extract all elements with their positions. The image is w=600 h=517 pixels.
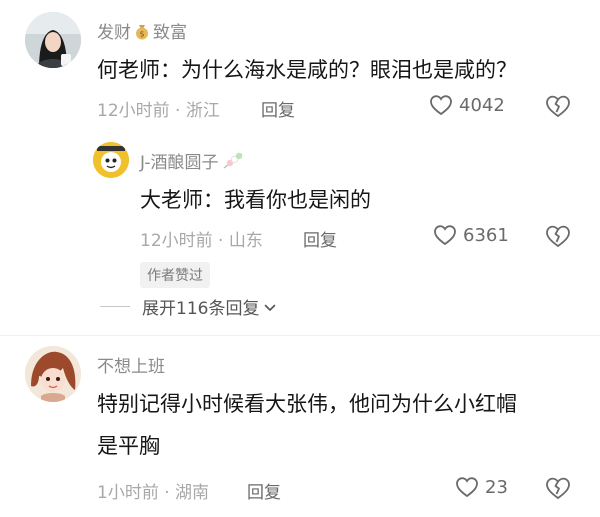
heart-icon: [429, 94, 453, 116]
author-liked-badge: 作者赞过: [140, 262, 210, 288]
dislike-button[interactable]: [544, 476, 572, 500]
avatar[interactable]: [25, 12, 81, 68]
like-button[interactable]: 23: [455, 476, 508, 498]
money-bag-icon: $: [133, 22, 151, 40]
broken-heart-icon: [544, 225, 572, 252]
comment-meta: 12小时前 · 浙江: [97, 101, 220, 121]
reply-button[interactable]: 回复: [261, 96, 295, 121]
dislike-button[interactable]: [544, 94, 572, 118]
like-button[interactable]: 4042: [429, 94, 505, 116]
like-button[interactable]: 6361: [433, 224, 509, 246]
broken-heart-icon: [544, 477, 572, 504]
broken-heart-icon: [544, 95, 572, 122]
like-count: 6361: [463, 224, 509, 246]
expand-replies-button[interactable]: 展开116条回复: [100, 294, 277, 319]
username-text: J-酒酿圆子: [140, 153, 219, 173]
avatar[interactable]: [25, 346, 81, 402]
comment-text-line: 是平胸: [97, 434, 160, 458]
reply-button[interactable]: 回复: [303, 226, 337, 251]
reply-username[interactable]: J-酒酿圆子: [140, 148, 244, 173]
reply-meta: 12小时前 · 山东: [140, 231, 263, 251]
username-text: 致富: [153, 23, 187, 43]
dislike-button[interactable]: [544, 224, 572, 248]
reply-text: 大老师：我看你也是闲的: [140, 188, 371, 212]
avatar[interactable]: [93, 142, 129, 178]
comment-username[interactable]: 不想上班: [97, 352, 165, 377]
heart-icon: [433, 224, 457, 246]
comment-username[interactable]: 发财 $ 致富: [97, 18, 187, 43]
reply-item: J-酒酿圆子 大老师：我看你也是闲的 12小时前 · 山东 回复 6361 作者…: [0, 130, 600, 290]
username-text: 发财: [97, 23, 131, 43]
comment-text-line: 特别记得小时候看大张伟，他问为什么小红帽: [97, 392, 517, 416]
expand-label: 展开116条回复: [142, 299, 260, 319]
svg-text:$: $: [139, 29, 144, 38]
like-count: 23: [485, 476, 508, 498]
like-count: 4042: [459, 94, 505, 116]
comment-item: 不想上班 特别记得小时候看大张伟，他问为什么小红帽 是平胸 1小时前 · 湖南 …: [0, 336, 600, 517]
comment-meta: 1小时前 · 湖南: [97, 483, 210, 503]
reply-button[interactable]: 回复: [247, 478, 281, 503]
tangyuan-skewer-icon: [222, 152, 244, 170]
comment-text: 特别记得小时候看大张伟，他问为什么小红帽 是平胸: [97, 386, 577, 464]
expand-divider: [100, 306, 130, 307]
comment-text: 何老师：为什么海水是咸的？眼泪也是咸的？: [97, 58, 517, 82]
comment-item: 发财 $ 致富 何老师：为什么海水是咸的？眼泪也是咸的？ 12小时前 · 浙江 …: [0, 0, 600, 130]
heart-icon: [455, 476, 479, 498]
chevron-down-icon: [263, 300, 277, 314]
